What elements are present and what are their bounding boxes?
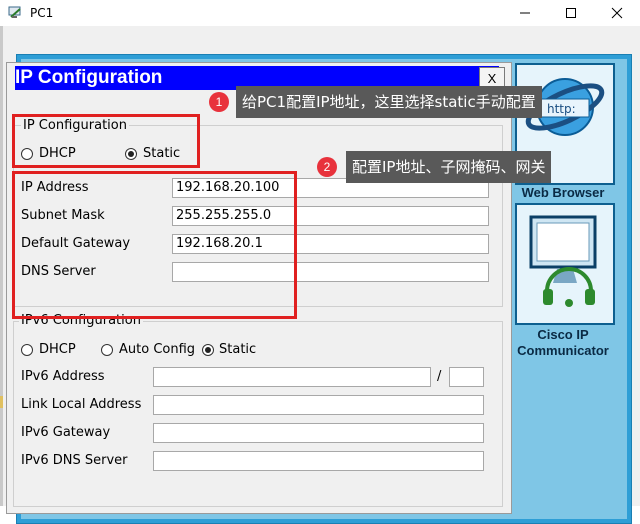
ipv6-address-label: IPv6 Address bbox=[21, 369, 105, 384]
ip-communicator-icon bbox=[529, 215, 597, 307]
ipv6-auto-config-label: Auto Config bbox=[119, 342, 196, 357]
highlight-box-ip-fields bbox=[12, 171, 297, 319]
window-title: PC1 bbox=[30, 6, 54, 20]
browser-icon-text: http: bbox=[547, 102, 576, 116]
ipv6-static-radio[interactable] bbox=[202, 344, 214, 356]
left-edge-marker bbox=[0, 396, 3, 408]
maximize-icon bbox=[566, 8, 576, 18]
annotation-callout-2: 配置IP地址、子网掩码、网关 bbox=[346, 151, 552, 183]
ipv6-static-label: Static bbox=[219, 342, 257, 357]
window-client-area: http: Web Browser Cisco IP Communicator bbox=[0, 26, 640, 524]
pc-app-icon bbox=[8, 5, 24, 21]
ipv6-dhcp-radio[interactable] bbox=[21, 344, 33, 356]
cisco-ip-communicator-tile[interactable] bbox=[515, 203, 615, 325]
communicator-label-line2: Communicator bbox=[517, 343, 609, 358]
maximize-button[interactable] bbox=[548, 0, 594, 26]
annotation-badge-2: 2 bbox=[317, 157, 337, 177]
ipv6-prefix-separator: / bbox=[437, 369, 442, 384]
ipv6-prefix-length-field[interactable] bbox=[449, 367, 484, 387]
ipv6-address-field[interactable] bbox=[153, 367, 431, 387]
ipv6-gateway-label: IPv6 Gateway bbox=[21, 425, 111, 440]
link-local-address-field[interactable] bbox=[153, 395, 484, 415]
link-local-address-label: Link Local Address bbox=[21, 397, 142, 412]
ipv6-gateway-field[interactable] bbox=[153, 423, 484, 443]
dialog-title: IP Configuration bbox=[15, 67, 163, 88]
web-browser-label: Web Browser bbox=[521, 185, 605, 200]
ipv6-dns-server-field[interactable] bbox=[153, 451, 484, 471]
window-close-button[interactable] bbox=[594, 0, 640, 26]
minimize-icon bbox=[520, 12, 530, 14]
left-edge-strip bbox=[0, 26, 3, 506]
window-titlebar: PC1 bbox=[0, 0, 640, 26]
minimize-button[interactable] bbox=[502, 0, 548, 26]
highlight-box-ip-mode bbox=[12, 114, 200, 168]
ipv6-dhcp-label: DHCP bbox=[39, 342, 76, 357]
ipv6-auto-config-radio[interactable] bbox=[101, 344, 113, 356]
close-icon bbox=[611, 7, 623, 19]
annotation-callout-1: 给PC1配置IP地址，这里选择static手动配置 bbox=[236, 86, 542, 118]
communicator-label-line1: Cisco IP bbox=[537, 327, 589, 342]
annotation-badge-1: 1 bbox=[209, 92, 229, 112]
ip-configuration-dialog: IP Configuration X IP Configuration DHCP… bbox=[6, 62, 512, 514]
ipv6-dns-server-label: IPv6 DNS Server bbox=[21, 453, 128, 468]
